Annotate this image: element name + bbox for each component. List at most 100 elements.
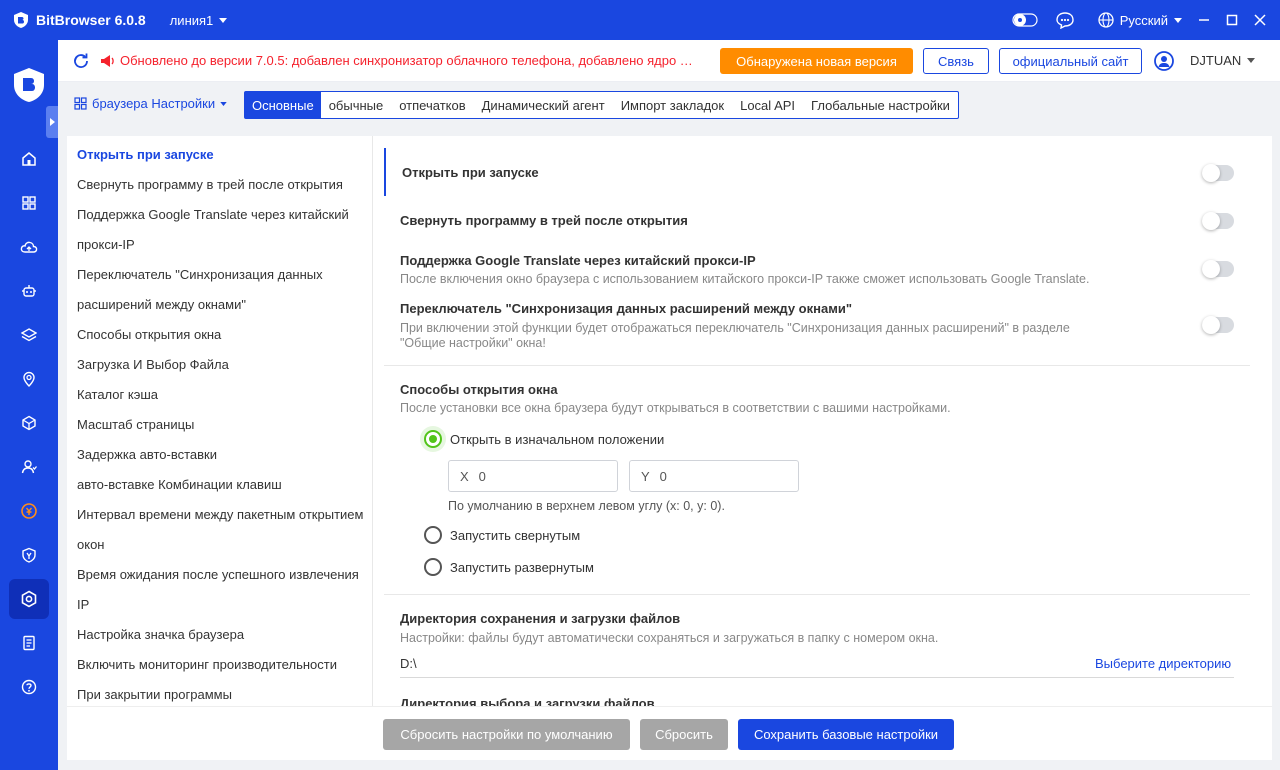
y-label: Y bbox=[641, 468, 650, 484]
x-coordinate-input[interactable]: X 0 bbox=[448, 460, 618, 492]
language-label: Русский bbox=[1119, 12, 1168, 28]
rail-security[interactable] bbox=[9, 535, 49, 575]
refresh-icon[interactable] bbox=[72, 52, 90, 70]
disc-toggle-icon bbox=[1012, 13, 1038, 27]
nav-page-zoom[interactable]: Масштаб страницы bbox=[77, 416, 194, 434]
google-translate-title: Поддержка Google Translate через китайск… bbox=[400, 253, 756, 268]
user-avatar-icon[interactable] bbox=[1154, 51, 1174, 71]
download-dir-path: D:\ bbox=[400, 656, 417, 671]
nav-open-on-start[interactable]: Открыть при запуске bbox=[77, 146, 214, 164]
ext-sync-toggle[interactable] bbox=[1202, 316, 1234, 334]
radio-minimized-label[interactable]: Запустить свернутым bbox=[450, 528, 580, 543]
support-button[interactable] bbox=[1050, 0, 1080, 40]
radio-minimized[interactable] bbox=[424, 526, 442, 544]
tab-general[interactable]: обычные bbox=[321, 92, 392, 118]
tab-global-settings[interactable]: Глобальные настройки bbox=[803, 92, 958, 118]
nav-batch-interval-cont[interactable]: окон bbox=[77, 536, 104, 554]
layers-icon bbox=[21, 328, 37, 342]
choose-directory-link[interactable]: Выберите директорию bbox=[1095, 656, 1231, 671]
language-selector[interactable]: Русский bbox=[1098, 12, 1182, 28]
line-label: линия1 bbox=[169, 12, 214, 28]
users-icon bbox=[21, 460, 37, 474]
radio-maximized[interactable] bbox=[424, 558, 442, 576]
window-open-desc: После установки все окна браузера будут … bbox=[400, 401, 951, 415]
rail-help[interactable] bbox=[9, 667, 49, 707]
home-icon bbox=[22, 152, 36, 166]
nav-batch-interval[interactable]: Интервал времени между пакетным открытие… bbox=[77, 506, 363, 524]
active-section-marker bbox=[384, 148, 386, 196]
rail-team[interactable] bbox=[9, 447, 49, 487]
rail-settings[interactable] bbox=[9, 579, 49, 619]
open-on-start-toggle[interactable] bbox=[1202, 164, 1234, 182]
nav-minimize-tray[interactable]: Свернуть программу в трей после открытия bbox=[77, 176, 343, 194]
settings-tabs-row: браузера Настройки Основные обычные отпе… bbox=[58, 82, 1280, 128]
rail-billing[interactable] bbox=[9, 491, 49, 531]
contact-button[interactable]: Связь bbox=[923, 48, 989, 74]
tab-dynamic-agent[interactable]: Динамический агент bbox=[474, 92, 613, 118]
nav-browser-icon[interactable]: Настройка значка браузера bbox=[77, 626, 244, 644]
rail-extensions[interactable] bbox=[9, 403, 49, 443]
rail-collapse-button[interactable] bbox=[46, 106, 58, 138]
toggle-mode-button[interactable] bbox=[1010, 0, 1040, 40]
google-translate-toggle[interactable] bbox=[1202, 260, 1234, 278]
left-rail bbox=[0, 40, 58, 770]
minimize-icon bbox=[1199, 19, 1209, 21]
reset-default-button[interactable]: Сбросить настройки по умолчанию bbox=[383, 719, 630, 750]
divider bbox=[384, 594, 1250, 595]
line-selector[interactable]: линия1 bbox=[170, 13, 228, 28]
app-logo-icon bbox=[14, 12, 28, 28]
nav-window-open[interactable]: Способы открытия окна bbox=[77, 326, 221, 344]
divider bbox=[384, 365, 1250, 366]
megaphone-icon bbox=[101, 54, 114, 67]
nav-ip-wait-cont[interactable]: IP bbox=[77, 596, 89, 614]
radio-maximized-label[interactable]: Запустить развернутым bbox=[450, 560, 594, 575]
maximize-button[interactable] bbox=[1218, 0, 1246, 40]
close-button[interactable] bbox=[1246, 0, 1274, 40]
ext-sync-desc: При включении этой функции будет отображ… bbox=[400, 321, 1070, 335]
breadcrumb-label: браузера Настройки bbox=[92, 96, 216, 111]
rail-logs[interactable] bbox=[9, 623, 49, 663]
new-version-button[interactable]: Обнаружена новая версия bbox=[720, 48, 913, 74]
save-button[interactable]: Сохранить базовые настройки bbox=[738, 719, 954, 750]
official-site-button[interactable]: официальный сайт bbox=[999, 48, 1142, 74]
nav-performance-monitor[interactable]: Включить мониторинг производительности bbox=[77, 656, 337, 674]
path-underline bbox=[400, 677, 1234, 678]
update-notice-text[interactable]: Обновлено до версии 7.0.5: добавлен синх… bbox=[120, 53, 702, 68]
rail-layers[interactable] bbox=[9, 315, 49, 355]
rail-browsers[interactable] bbox=[9, 183, 49, 223]
nav-ext-sync-cont[interactable]: расширений между окнами" bbox=[77, 296, 246, 314]
settings-content: Открыть при запуске Свернуть программу в… bbox=[374, 136, 1272, 706]
tab-import-bookmarks[interactable]: Импорт закладок bbox=[613, 92, 732, 118]
nav-autopaste-delay[interactable]: Задержка авто-вставки bbox=[77, 446, 217, 464]
minimize-button[interactable] bbox=[1190, 0, 1218, 40]
close-icon bbox=[1254, 14, 1266, 26]
tab-local-api[interactable]: Local API bbox=[732, 92, 803, 118]
tab-basic[interactable]: Основные bbox=[245, 92, 321, 118]
user-menu[interactable]: DJTUAN bbox=[1190, 53, 1256, 68]
nav-file-download[interactable]: Загрузка И Выбор Файла bbox=[77, 356, 229, 374]
reset-button[interactable]: Сбросить bbox=[640, 719, 728, 750]
rail-cloud[interactable] bbox=[9, 227, 49, 267]
nav-ip-wait[interactable]: Время ожидания после успешного извлечени… bbox=[77, 566, 359, 584]
grid-icon bbox=[74, 97, 87, 110]
radio-initial-position-label[interactable]: Открыть в изначальном положении bbox=[450, 432, 664, 447]
coordinate-hint: По умолчанию в верхнем левом углу (x: 0,… bbox=[448, 499, 725, 513]
minimize-tray-toggle[interactable] bbox=[1202, 212, 1234, 230]
nav-on-close[interactable]: При закрытии программы bbox=[77, 686, 232, 704]
chevron-down-icon bbox=[1247, 58, 1256, 63]
rail-location[interactable] bbox=[9, 359, 49, 399]
grid-icon bbox=[22, 196, 36, 210]
maximize-icon bbox=[1226, 14, 1238, 26]
y-coordinate-input[interactable]: Y 0 bbox=[629, 460, 799, 492]
breadcrumb[interactable]: браузера Настройки bbox=[74, 96, 227, 111]
nav-ext-sync[interactable]: Переключатель "Синхронизация данных bbox=[77, 266, 323, 284]
radio-initial-position[interactable] bbox=[424, 430, 442, 448]
rail-automation[interactable] bbox=[9, 271, 49, 311]
tab-fingerprint[interactable]: отпечатков bbox=[391, 92, 473, 118]
nav-google-translate-cont[interactable]: прокси-IP bbox=[77, 236, 135, 254]
nav-cache-dir[interactable]: Каталог кэша bbox=[77, 386, 158, 404]
notification-bar: Обновлено до версии 7.0.5: добавлен синх… bbox=[58, 40, 1280, 82]
rail-home[interactable] bbox=[9, 139, 49, 179]
nav-google-translate[interactable]: Поддержка Google Translate через китайск… bbox=[77, 206, 349, 224]
nav-autopaste-hotkeys[interactable]: авто-вставке Комбинации клавиш bbox=[77, 476, 282, 494]
